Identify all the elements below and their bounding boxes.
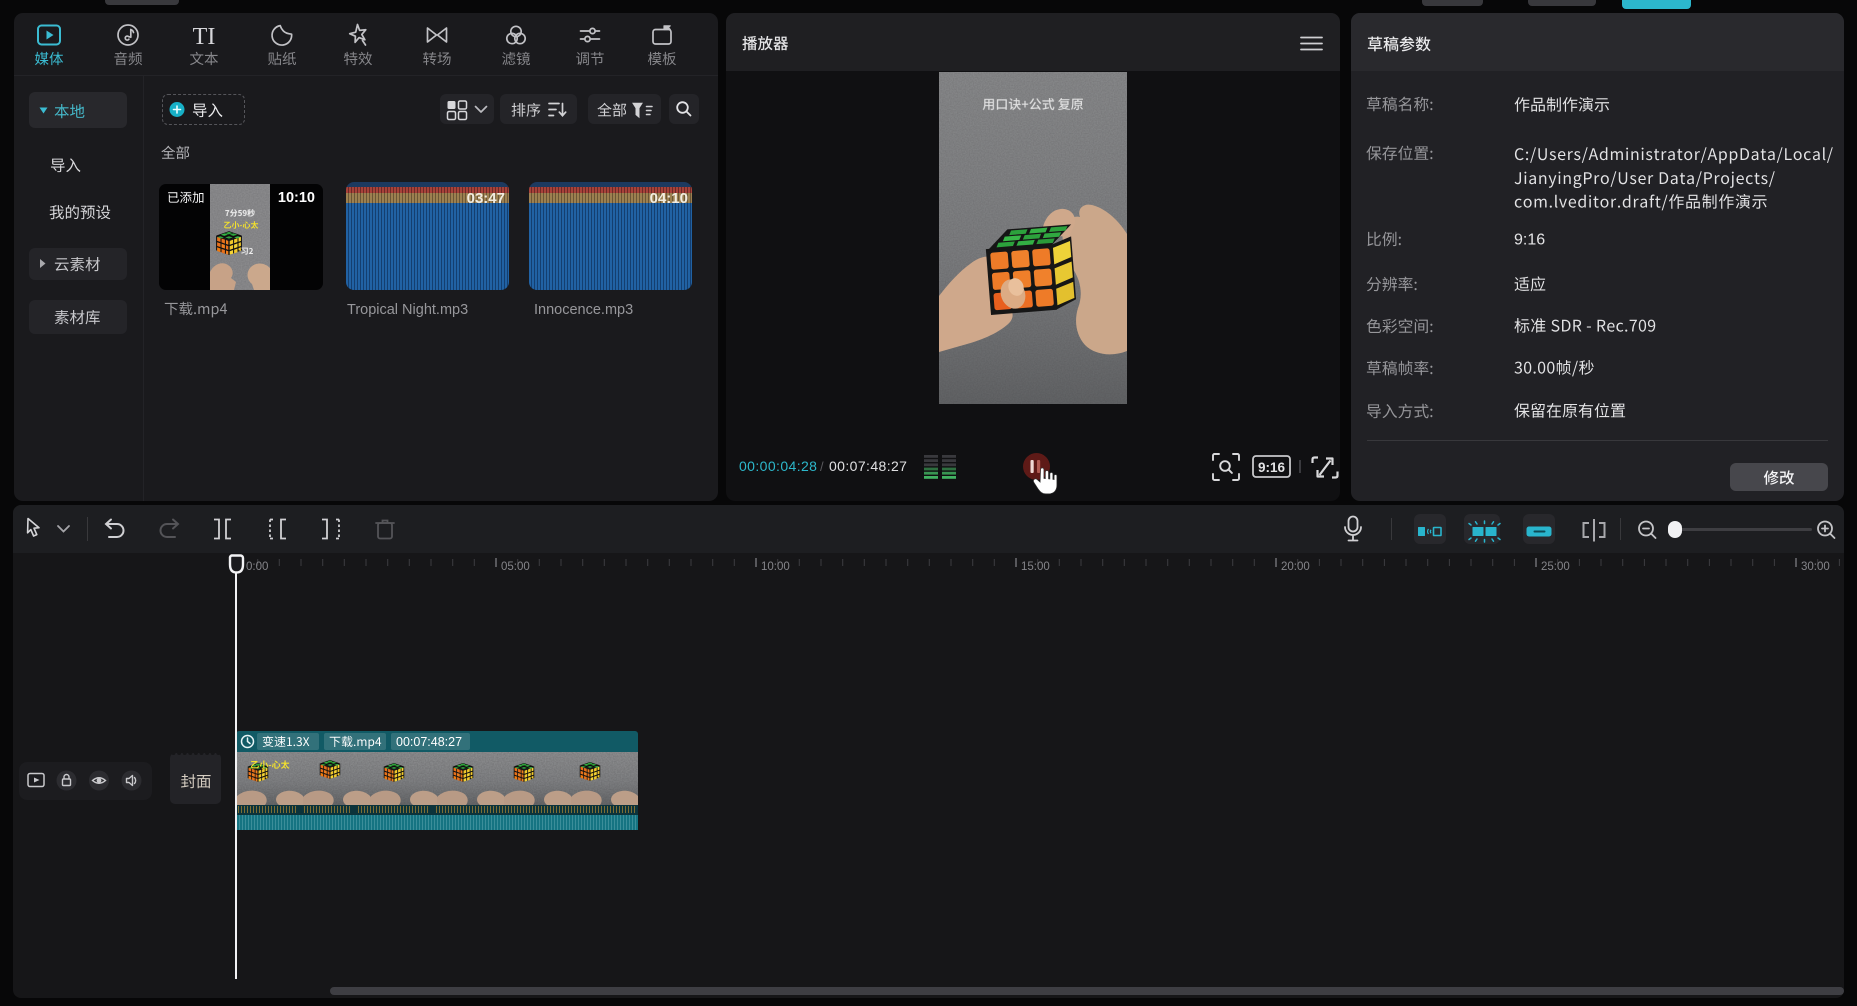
svg-text:03:47: 03:47	[467, 190, 505, 207]
svg-text:30:00: 30:00	[1801, 561, 1830, 573]
svg-text:9:16: 9:16	[1258, 460, 1286, 475]
svg-text:15:00: 15:00	[1021, 561, 1050, 573]
svg-text:10:10: 10:10	[278, 190, 315, 206]
svg-text:Innocence.mp3: Innocence.mp3	[534, 302, 633, 318]
svg-text:00:00:04:28: 00:00:04:28	[739, 458, 817, 474]
svg-text:20:00: 20:00	[1281, 561, 1310, 573]
svg-text:10:00: 10:00	[761, 561, 790, 573]
svg-text:05:00: 05:00	[501, 561, 530, 573]
svg-text:04:10: 04:10	[650, 190, 688, 207]
svg-text:25:00: 25:00	[1541, 561, 1570, 573]
svg-text:00:07:48:27: 00:07:48:27	[829, 458, 907, 474]
svg-text:TI: TI	[193, 24, 216, 50]
svg-text:/: /	[820, 459, 824, 474]
svg-text:00:07:48:27: 00:07:48:27	[396, 735, 462, 749]
svg-text:9:16: 9:16	[1514, 232, 1545, 249]
svg-text:0:00: 0:00	[246, 561, 268, 573]
svg-text:Tropical Night.mp3: Tropical Night.mp3	[347, 302, 468, 318]
